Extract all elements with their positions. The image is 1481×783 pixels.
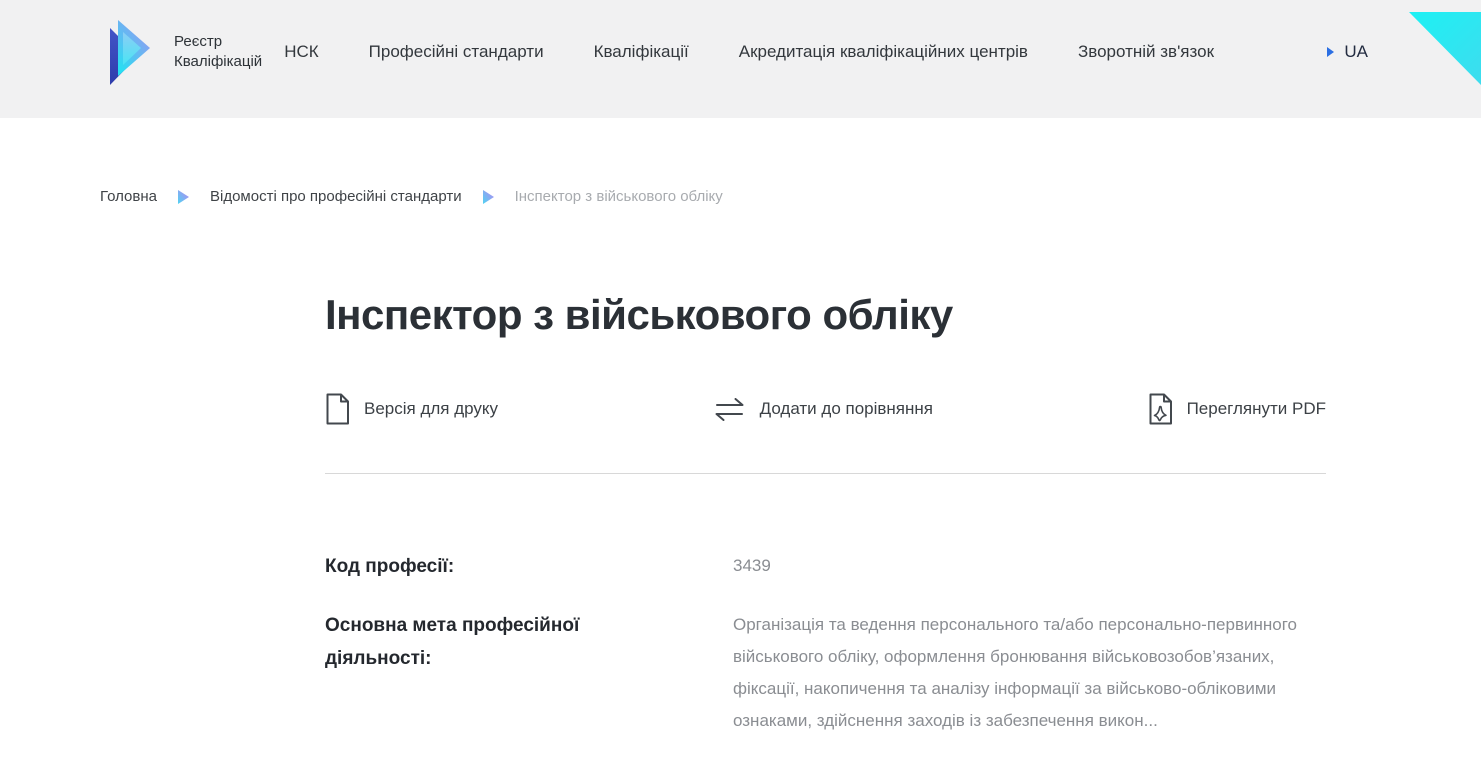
- nav-item-accreditation[interactable]: Акредитація кваліфікаційних центрів: [739, 42, 1028, 62]
- standard-details: Код професії: 3439 Основна мета професій…: [325, 550, 1326, 737]
- breadcrumb-item-home[interactable]: Головна: [100, 188, 157, 205]
- add-to-compare-label: Додати до порівняння: [760, 399, 933, 419]
- actions-row: Версія для друку Додати до порівняння Пе…: [325, 393, 1326, 425]
- print-version-label: Версія для друку: [364, 399, 498, 419]
- language-selector[interactable]: UA: [1327, 42, 1368, 62]
- document-icon: [325, 393, 350, 425]
- field-value: 3439: [733, 550, 1326, 583]
- language-code: UA: [1344, 42, 1368, 62]
- section-divider: [325, 473, 1326, 474]
- breadcrumb-separator-icon: [178, 190, 189, 204]
- page-title: Інспектор з військового обліку: [325, 289, 1326, 341]
- view-pdf-button[interactable]: Переглянути PDF: [1148, 393, 1326, 425]
- logo[interactable]: Реєстр Кваліфікацій: [105, 15, 262, 89]
- nav-item-nsk[interactable]: НСК: [284, 42, 318, 62]
- breadcrumb-separator-icon: [483, 190, 494, 204]
- print-version-button[interactable]: Версія для друку: [325, 393, 498, 425]
- add-to-compare-button[interactable]: Додати до порівняння: [713, 398, 933, 421]
- header-inner: Реєстр Кваліфікацій НСК Професійні станд…: [0, 0, 1481, 104]
- main-navigation: НСК Професійні стандарти Кваліфікації Ак…: [284, 42, 1214, 62]
- breadcrumb: Головна Відомості про професійні стандар…: [100, 188, 1481, 205]
- breadcrumb-item-standards-list[interactable]: Відомості про професійні стандарти: [210, 188, 462, 205]
- chevron-right-icon: [1327, 47, 1334, 57]
- compare-arrows-icon: [713, 398, 746, 421]
- logo-title: Реєстр Кваліфікацій: [174, 32, 262, 72]
- logo-icon: [105, 15, 163, 89]
- field-value: Організація та ведення персонального та/…: [733, 609, 1326, 737]
- field-label: Основна мета професійної діяльності:: [325, 609, 733, 737]
- logo-title-line2: Кваліфікацій: [174, 52, 262, 72]
- nav-item-qualifications[interactable]: Кваліфікації: [594, 42, 689, 62]
- logo-title-line1: Реєстр: [174, 32, 262, 52]
- view-pdf-label: Переглянути PDF: [1187, 399, 1326, 419]
- site-header: Реєстр Кваліфікацій НСК Професійні станд…: [0, 0, 1481, 118]
- field-label: Код професії:: [325, 550, 733, 583]
- nav-item-feedback[interactable]: Зворотній зв'язок: [1078, 42, 1214, 62]
- field-row-main-purpose: Основна мета професійної діяльності: Орг…: [325, 609, 1326, 737]
- breadcrumb-item-current: Інспектор з військового обліку: [515, 188, 723, 205]
- field-row-profession-code: Код професії: 3439: [325, 550, 1326, 583]
- pdf-file-icon: [1148, 393, 1173, 425]
- main-content: Інспектор з військового обліку Версія дл…: [325, 289, 1326, 737]
- nav-item-professional-standards[interactable]: Професійні стандарти: [369, 42, 544, 62]
